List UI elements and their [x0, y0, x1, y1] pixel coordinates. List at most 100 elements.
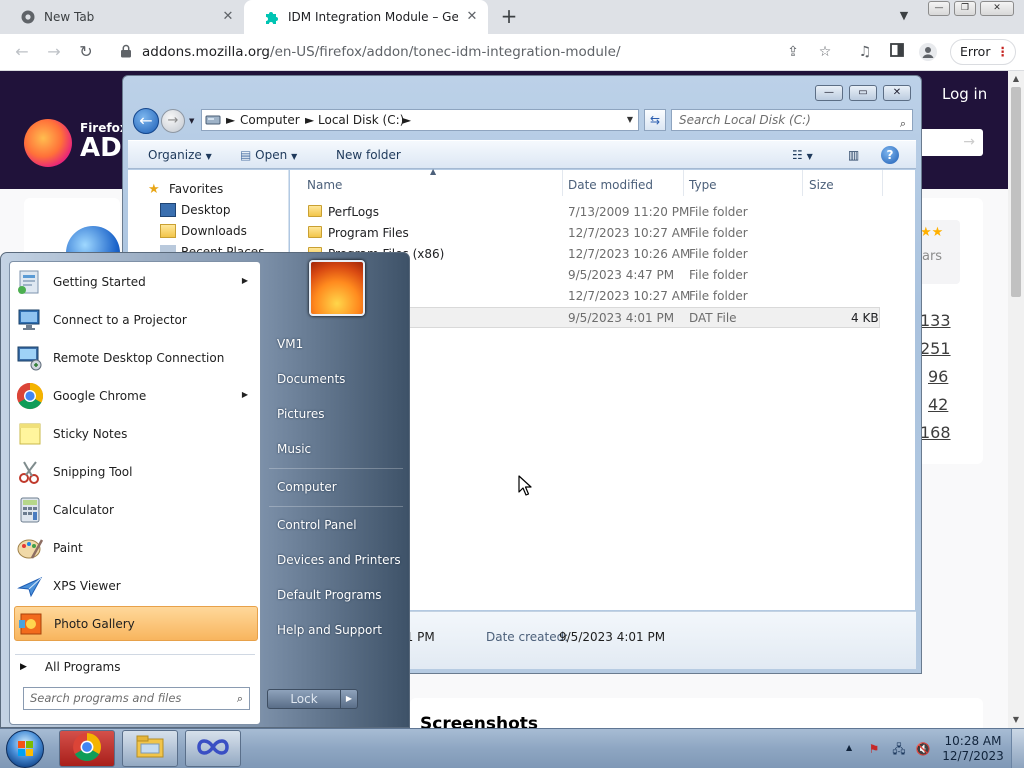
scroll-thumb[interactable]	[1011, 87, 1021, 297]
show-hidden-icons-icon[interactable]: ▲	[846, 743, 852, 752]
start-link-devices-printers[interactable]: Devices and Printers	[277, 553, 401, 567]
explorer-search-input[interactable]: Search Local Disk (C:) ⌕	[671, 109, 913, 131]
page-scrollbar[interactable]: ▲ ▼	[1008, 71, 1024, 729]
sidepanel-icon[interactable]	[888, 43, 906, 61]
taskbar-explorer-button[interactable]	[122, 730, 178, 767]
explorer-refresh-button[interactable]: ⇆	[644, 109, 666, 131]
start-link-default-programs[interactable]: Default Programs	[277, 588, 382, 602]
view-options-icon[interactable]: ☷ ▼	[792, 148, 813, 162]
program-calculator[interactable]: Calculator	[14, 492, 258, 527]
breadcrumb-separator[interactable]: ►	[305, 113, 314, 127]
preview-pane-icon[interactable]: ▥	[848, 148, 859, 162]
program-snipping-tool[interactable]: Snipping Tool	[14, 454, 258, 489]
organize-button[interactable]: Organize ▼	[148, 148, 212, 162]
program-xps-viewer[interactable]: XPS Viewer	[14, 568, 258, 603]
taskbar-clock[interactable]: 10:28 AM 12/7/2023	[938, 734, 1008, 764]
start-link-music[interactable]: Music	[277, 442, 311, 456]
explorer-minimize-button[interactable]: —	[815, 85, 843, 101]
star-icon[interactable]: ☆	[816, 43, 834, 61]
forward-button[interactable]: →	[44, 42, 64, 62]
new-tab-button[interactable]: +	[498, 5, 520, 27]
page-search-input[interactable]: →	[918, 129, 983, 156]
firefox-logo-icon[interactable]	[24, 119, 72, 167]
explorer-address-bar[interactable]: ► Computer ► Local Disk (C:) ► ▼	[201, 109, 639, 131]
address-history-chevron-icon[interactable]: ▼	[627, 115, 633, 124]
volume-muted-icon[interactable]: 🔇	[915, 741, 931, 757]
file-row[interactable]: Program Files 12/7/2023 10:27 AM File fo…	[290, 223, 880, 244]
program-remote-desktop[interactable]: Remote Desktop Connection	[14, 340, 258, 375]
new-folder-button[interactable]: New folder	[336, 148, 401, 162]
recent-pages-chevron-icon[interactable]: ▼	[189, 117, 194, 125]
search-icon[interactable]: ⌕	[900, 114, 906, 134]
window-close-button[interactable]: ✕	[980, 1, 1014, 16]
column-divider[interactable]	[683, 170, 684, 196]
breadcrumb-separator[interactable]: ►	[402, 113, 411, 127]
nav-favorites[interactable]: ★ Favorites	[148, 182, 223, 197]
taskbar-chrome-button[interactable]	[59, 730, 115, 767]
column-header-date-modified[interactable]: Date modified	[568, 178, 653, 192]
explorer-back-button[interactable]: ←	[133, 108, 159, 134]
rating-count-link[interactable]: 251	[920, 339, 951, 358]
column-header-type[interactable]: Type	[689, 178, 717, 192]
nav-desktop[interactable]: Desktop	[160, 203, 231, 217]
start-link-documents[interactable]: Documents	[277, 372, 345, 386]
rating-count-link[interactable]: 42	[928, 395, 948, 414]
breadcrumb-local-disk[interactable]: Local Disk (C:)	[318, 113, 404, 127]
submenu-arrow-icon[interactable]: ▶	[242, 276, 248, 285]
start-button[interactable]	[6, 730, 44, 768]
tab-search-chevron-icon[interactable]: ▼	[895, 9, 913, 25]
start-link-help-support[interactable]: Help and Support	[277, 623, 382, 637]
action-center-flag-icon[interactable]: ⚑	[866, 741, 882, 757]
tab-new-tab[interactable]: New Tab ✕	[0, 0, 244, 34]
explorer-maximize-button[interactable]: ▭	[849, 85, 877, 101]
rating-count-link[interactable]: 168	[920, 423, 951, 442]
rating-count-link[interactable]: 133	[920, 311, 951, 330]
program-getting-started[interactable]: Getting Started ▶	[14, 264, 258, 299]
column-divider[interactable]	[802, 170, 803, 196]
address-bar[interactable]: addons.mozilla.org/en-US/firefox/addon/t…	[110, 38, 846, 66]
program-photo-gallery[interactable]: Photo Gallery	[14, 606, 258, 641]
explorer-forward-button[interactable]: →	[161, 109, 185, 133]
tab-idm-integration[interactable]: IDM Integration Module – Get this Extens…	[244, 0, 488, 34]
help-icon[interactable]: ?	[881, 146, 899, 164]
all-programs-button[interactable]: ▶ All Programs	[20, 660, 121, 674]
column-header-name[interactable]: Name	[307, 178, 342, 192]
reload-button[interactable]: ↻	[76, 42, 96, 62]
start-link-user-vm1[interactable]: VM1	[277, 337, 303, 351]
program-sticky-notes[interactable]: Sticky Notes	[14, 416, 258, 451]
rating-count-link[interactable]: 96	[928, 367, 948, 386]
close-tab-icon[interactable]: ✕	[464, 9, 480, 25]
back-button[interactable]: ←	[12, 42, 32, 62]
program-google-chrome[interactable]: Google Chrome ▶	[14, 378, 258, 413]
lock-icon[interactable]	[120, 44, 132, 58]
start-link-control-panel[interactable]: Control Panel	[277, 518, 357, 532]
show-desktop-button[interactable]	[1011, 729, 1024, 768]
taskbar-media-player-button[interactable]	[185, 730, 241, 767]
breadcrumb-separator[interactable]: ►	[226, 113, 235, 127]
profile-icon[interactable]	[919, 43, 937, 61]
user-picture-avatar[interactable]	[309, 260, 365, 316]
open-button[interactable]: ▤ Open ▼	[240, 148, 297, 162]
lock-button[interactable]: Lock	[267, 689, 341, 709]
submenu-arrow-icon[interactable]: ▶	[242, 390, 248, 399]
media-icon[interactable]: ♫	[856, 43, 874, 61]
close-tab-icon[interactable]: ✕	[220, 9, 236, 25]
error-menu-button[interactable]: Error ⋮	[950, 39, 1016, 65]
column-header-size[interactable]: Size	[809, 178, 834, 192]
column-divider[interactable]	[882, 170, 883, 196]
column-divider[interactable]	[562, 170, 563, 196]
scroll-up-icon[interactable]: ▲	[1011, 74, 1021, 83]
explorer-close-button[interactable]: ✕	[883, 85, 911, 101]
file-row[interactable]: PerfLogs 7/13/2009 11:20 PM File folder	[290, 202, 880, 223]
window-restore-button[interactable]: ❐	[954, 1, 976, 16]
network-icon[interactable]: 🖧	[891, 741, 907, 757]
arrow-right-icon[interactable]: →	[963, 134, 975, 150]
breadcrumb-computer[interactable]: Computer	[240, 113, 300, 127]
start-search-input[interactable]: Search programs and files ⌕	[23, 687, 250, 710]
search-icon[interactable]: ⌕	[237, 688, 243, 709]
scroll-down-icon[interactable]: ▼	[1011, 715, 1021, 724]
login-link[interactable]: Log in	[942, 85, 987, 103]
start-link-computer[interactable]: Computer	[277, 480, 337, 494]
shutdown-options-arrow-icon[interactable]: ▶	[340, 689, 358, 709]
nav-downloads[interactable]: Downloads	[160, 224, 247, 238]
